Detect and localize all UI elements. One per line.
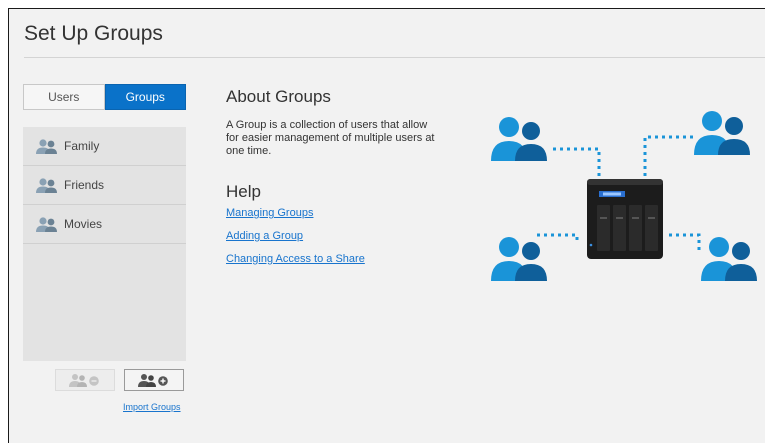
remove-group-icon [69,374,99,387]
page-title: Set Up Groups [24,22,163,45]
user-group-icon [701,237,757,281]
remove-group-button[interactable] [55,369,115,391]
group-item-movies[interactable]: Movies [23,205,186,244]
help-link-adding-a-group[interactable]: Adding a Group [226,230,303,242]
nas-device-icon [587,179,663,259]
about-groups-heading: About Groups [226,87,331,106]
user-group-icon [491,117,547,161]
tab-users[interactable]: Users [23,84,105,110]
group-name: Movies [64,217,103,231]
group-list: Family Friends Movies [23,127,186,361]
add-group-button[interactable] [124,369,184,391]
help-link-changing-access[interactable]: Changing Access to a Share [226,253,365,265]
user-group-tabs: Users Groups [23,84,186,110]
group-name: Family [64,139,100,153]
import-groups-link[interactable]: Import Groups [123,402,181,412]
add-group-icon [138,374,168,387]
group-item-family[interactable]: Family [23,127,186,166]
group-item-friends[interactable]: Friends [23,166,186,205]
groups-nas-illustration [491,111,757,281]
help-link-managing-groups[interactable]: Managing Groups [226,207,313,219]
title-divider [24,57,765,58]
group-name: Friends [64,178,105,192]
user-group-icon [491,237,547,281]
tab-groups[interactable]: Groups [104,84,186,110]
about-groups-text: A Group is a collection of users that al… [226,119,435,157]
setup-groups-panel: Set Up Groups Users Groups Family Friend… [8,8,765,443]
group-icon [36,217,57,232]
user-group-icon [694,111,750,155]
help-heading: Help [226,182,261,201]
group-icon [36,178,57,193]
group-icon [36,139,57,154]
